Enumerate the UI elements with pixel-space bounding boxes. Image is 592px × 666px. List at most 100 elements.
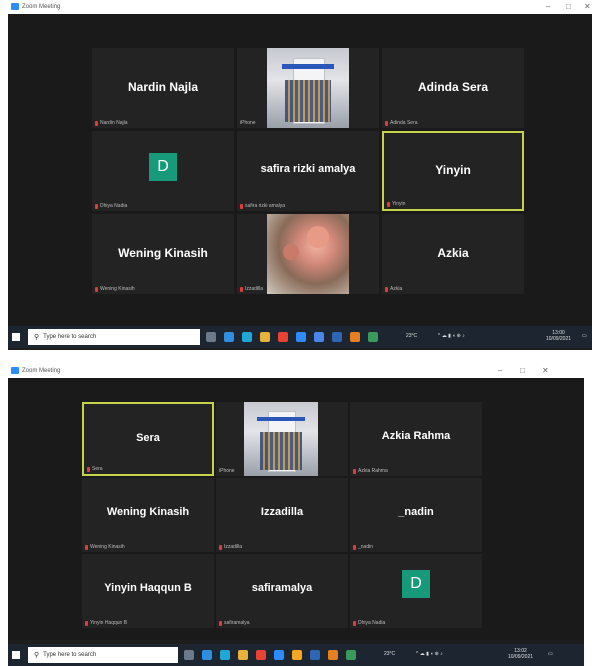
- zoom-window-1: Zoom Meeting – □ ✕ Nardin Najla Nardin N…: [8, 0, 592, 350]
- participant-name: safiramalya: [251, 582, 313, 594]
- participant-name: _nadin: [398, 506, 434, 518]
- participant-tile[interactable]: Azkia Rahma Azkia Rahma: [350, 402, 482, 476]
- decor: [260, 431, 302, 471]
- participant-tile[interactable]: Yinyin Haqqun B Yinyin Haqqun B: [82, 554, 214, 628]
- decor: [257, 416, 305, 422]
- participant-tile[interactable]: safira rizki amalya safira rizki amalya: [237, 131, 379, 211]
- task-view-icon[interactable]: [184, 650, 194, 660]
- participant-label: iPhone: [219, 468, 235, 474]
- mic-muted-icon: [219, 544, 222, 550]
- maximize-icon[interactable]: □: [566, 2, 571, 11]
- participant-name: Azkia Rahma: [381, 430, 451, 442]
- clock-date: 10/09/2021: [508, 654, 534, 660]
- app-icon[interactable]: [328, 650, 338, 660]
- participant-name: Yinyin: [435, 163, 471, 177]
- zoom-icon[interactable]: [274, 650, 284, 660]
- clock-date: 10/09/2021: [546, 336, 572, 342]
- clock[interactable]: 13:02 10/09/2021: [508, 648, 533, 660]
- participant-label: Wening Kinasih: [85, 544, 125, 550]
- tray-icons[interactable]: ^ ☁ ▮ ◖ ⊕ ♪: [416, 651, 443, 657]
- participant-name: Azkia: [437, 246, 469, 260]
- taskbar-search[interactable]: ⚲ Type here to search: [28, 329, 200, 345]
- zoom-icon[interactable]: [296, 332, 306, 342]
- edge-icon[interactable]: [224, 332, 234, 342]
- minimize-icon[interactable]: –: [546, 2, 550, 11]
- participant-tile[interactable]: D Dhiya Nadia: [92, 131, 234, 211]
- minimize-icon[interactable]: –: [498, 366, 502, 375]
- participant-label: Adinda Sera: [385, 120, 418, 126]
- mic-muted-icon: [95, 286, 98, 292]
- task-view-icon[interactable]: [206, 332, 216, 342]
- participant-tile[interactable]: D Dhiya Nadia: [350, 554, 482, 628]
- participant-name: Yinyin Haqqun B: [104, 582, 192, 594]
- mic-muted-icon: [353, 468, 356, 474]
- notification-icon[interactable]: ▭: [582, 333, 587, 339]
- participant-tile[interactable]: safiramalya safiramalya: [216, 554, 348, 628]
- participant-tile-speaking[interactable]: Yinyin Yinyin: [382, 131, 524, 211]
- mic-muted-icon: [353, 620, 356, 626]
- chrome-icon[interactable]: [278, 332, 288, 342]
- mic-muted-icon: [87, 466, 90, 472]
- start-icon[interactable]: [12, 333, 20, 341]
- video-feed: [267, 214, 349, 294]
- app-icon[interactable]: [346, 650, 356, 660]
- participant-tile[interactable]: Nardin Najla Nardin Najla: [92, 48, 234, 128]
- search-icon: ⚲: [34, 334, 40, 341]
- participant-tile[interactable]: Izzadilla: [237, 214, 379, 294]
- participant-label: Wening Kinasih: [95, 286, 135, 292]
- file-explorer-icon[interactable]: [238, 650, 248, 660]
- app-icon[interactable]: [350, 332, 360, 342]
- zoom-logo-icon: [11, 3, 19, 10]
- participant-avatar: D: [149, 153, 177, 181]
- participant-tile[interactable]: Adinda Sera Adinda Sera: [382, 48, 524, 128]
- participant-name: Wening Kinasih: [118, 246, 208, 260]
- zoom-logo-icon: [11, 367, 19, 374]
- participant-tile[interactable]: _nadin _nadin: [350, 478, 482, 552]
- mic-muted-icon: [385, 120, 388, 126]
- windows-taskbar: ⚲ Type here to search 23°C ^ ☁ ▮ ◖ ⊕ ♪ 1…: [8, 326, 592, 348]
- clock[interactable]: 13:00 10/09/2021: [546, 330, 571, 342]
- mic-muted-icon: [85, 620, 88, 626]
- participant-tile[interactable]: Wening Kinasih Wening Kinasih: [92, 214, 234, 294]
- participant-tile[interactable]: Wening Kinasih Wening Kinasih: [82, 478, 214, 552]
- participant-name: safira rizki amalya: [260, 163, 356, 175]
- tray-icons[interactable]: ^ ☁ ▮ ◖ ⊕ ♪: [438, 333, 465, 339]
- window-title: Zoom Meeting: [22, 4, 61, 10]
- notification-icon[interactable]: ▭: [548, 651, 553, 657]
- window-title: Zoom Meeting: [22, 368, 61, 374]
- word-icon[interactable]: [310, 650, 320, 660]
- chrome-icon[interactable]: [256, 650, 266, 660]
- weather-text[interactable]: 23°C: [384, 651, 395, 657]
- participant-tile-speaking[interactable]: Sera Sera: [82, 402, 214, 476]
- mic-muted-icon: [240, 286, 243, 292]
- app-icon[interactable]: [314, 332, 324, 342]
- word-icon[interactable]: [332, 332, 342, 342]
- app-icon[interactable]: [368, 332, 378, 342]
- edge-icon[interactable]: [202, 650, 212, 660]
- app-icon[interactable]: [242, 332, 252, 342]
- app-icon[interactable]: [292, 650, 302, 660]
- decor: [283, 244, 299, 260]
- participant-tile[interactable]: Azkia Azkia: [382, 214, 524, 294]
- file-explorer-icon[interactable]: [260, 332, 270, 342]
- participant-name: Wening Kinasih: [106, 506, 190, 518]
- close-icon[interactable]: ✕: [584, 2, 591, 11]
- close-icon[interactable]: ✕: [542, 366, 549, 375]
- participant-label: Dhiya Nadia: [353, 620, 385, 626]
- start-icon[interactable]: [12, 651, 20, 659]
- taskbar-search[interactable]: ⚲ Type here to search: [28, 647, 178, 663]
- weather-text[interactable]: 23°C: [406, 333, 417, 339]
- mic-muted-icon: [353, 544, 356, 550]
- participant-label: Azkia Rahma: [353, 468, 388, 474]
- maximize-icon[interactable]: □: [520, 366, 525, 375]
- participant-label: Izzadilla: [219, 544, 242, 550]
- search-placeholder: Type here to search: [43, 334, 97, 340]
- participant-name: Adinda Sera: [417, 80, 489, 94]
- mic-muted-icon: [240, 203, 243, 209]
- app-icon[interactable]: [220, 650, 230, 660]
- participant-tile[interactable]: iPhone: [216, 402, 348, 476]
- participant-name: Izzadilla: [260, 506, 304, 518]
- decor: [285, 80, 331, 122]
- participant-tile[interactable]: iPhone: [237, 48, 379, 128]
- participant-tile[interactable]: Izzadilla Izzadilla: [216, 478, 348, 552]
